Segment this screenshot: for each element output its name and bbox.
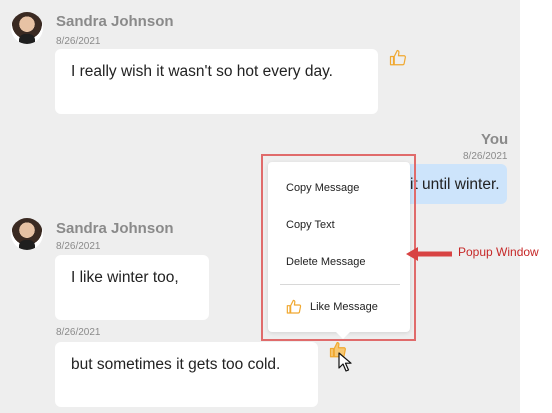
popup-window-label: Popup Window [458, 245, 539, 259]
message-date: 8/26/2021 [463, 151, 508, 162]
message-date: 8/26/2021 [56, 241, 101, 252]
sender-name: Sandra Johnson [56, 13, 174, 30]
sender-name: You [481, 131, 509, 148]
sender-name: Sandra Johnson [56, 220, 174, 237]
avatar[interactable] [11, 218, 43, 250]
mouse-cursor-icon [338, 352, 352, 372]
message-bubble[interactable]: I really wish it wasn't so hot every day… [55, 49, 378, 114]
avatar[interactable] [11, 12, 43, 44]
thumbs-up-icon[interactable] [389, 49, 407, 67]
chat-panel: Sandra Johnson 8/26/2021 I really wish i… [0, 0, 520, 413]
popup-highlight-frame [261, 154, 416, 341]
message-text: it until winter. [410, 176, 500, 193]
message-bubble[interactable]: but sometimes it gets too cold. [55, 342, 318, 407]
message-date: 8/26/2021 [56, 327, 101, 338]
message-bubble[interactable]: I like winter too, [55, 255, 209, 320]
message-date: 8/26/2021 [56, 36, 101, 47]
callout-arrow-icon [406, 247, 452, 261]
